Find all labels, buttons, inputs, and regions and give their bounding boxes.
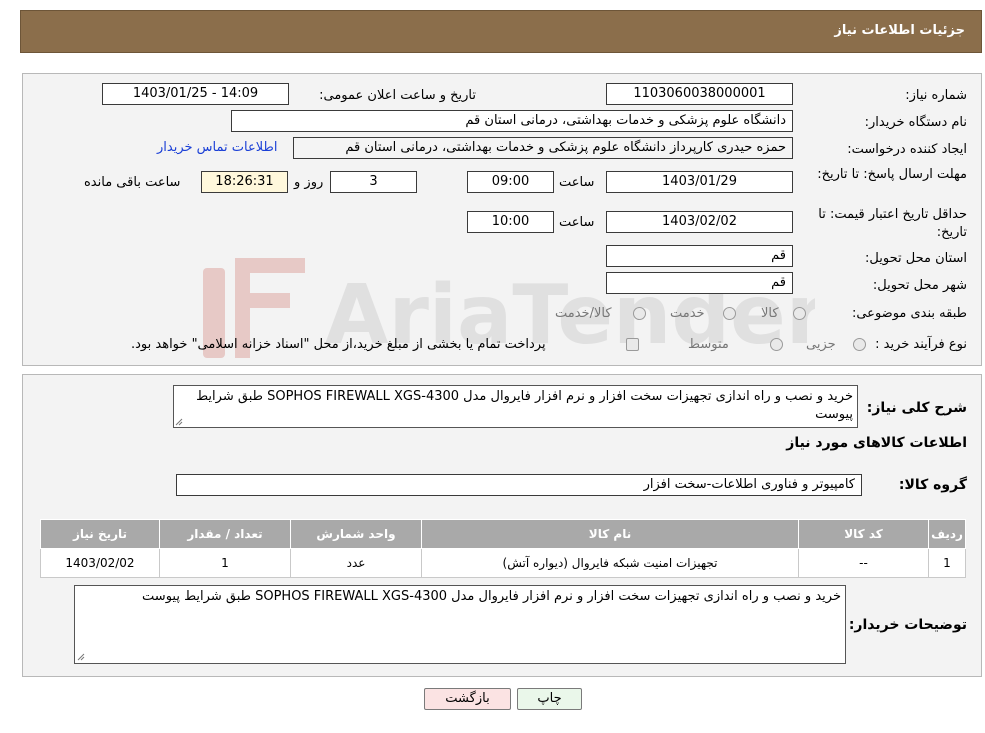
- print-button[interactable]: چاپ: [517, 688, 582, 710]
- city-label: شهر محل تحویل:: [872, 278, 967, 293]
- buyer-contact-link[interactable]: اطلاعات تماس خریدار: [157, 140, 277, 155]
- buyer-org-field: دانشگاه علوم پزشکی و خدمات بهداشتی، درما…: [231, 110, 793, 132]
- notes-resize-grip-icon[interactable]: [77, 653, 85, 661]
- goods-table: ردیف کد کالا نام کالا واحد شمارش تعداد /…: [40, 519, 966, 578]
- category-option-goods: کالا: [761, 306, 779, 321]
- days-label: روز و: [294, 175, 324, 190]
- process-option-medium: متوسط: [688, 337, 729, 352]
- col-row-number: ردیف: [928, 519, 966, 549]
- deadline-date-field: 1403/01/29: [606, 171, 793, 193]
- remaining-time-field: 18:26:31: [201, 171, 288, 193]
- category-radio-service[interactable]: [723, 307, 736, 320]
- process-radio-medium[interactable]: [770, 338, 783, 351]
- category-radio-goods-service[interactable]: [633, 307, 646, 320]
- process-treasury-checkbox[interactable]: [626, 338, 639, 351]
- process-option-minor: جزیی: [806, 337, 836, 352]
- need-number-label: شماره نیاز:: [905, 88, 967, 103]
- page-header: جزئیات اطلاعات نیاز: [20, 10, 982, 53]
- announce-label: تاریخ و ساعت اعلان عمومی:: [319, 88, 476, 103]
- goods-group-field: کامپیوتر و فناوری اطلاعات-سخت افزار: [176, 474, 862, 496]
- buyer-org-label: نام دستگاه خریدار:: [864, 115, 967, 130]
- cell-item-code: --: [798, 548, 929, 578]
- table-row: 1 -- تجهیزات امنیت شبکه فایروال (دیواره …: [40, 548, 966, 578]
- goods-info-title: اطلاعات کالاهای مورد نیاز: [786, 435, 967, 451]
- summary-label: شرح کلی نیاز:: [866, 400, 967, 416]
- creator-label: ایجاد کننده درخواست:: [847, 142, 967, 157]
- cell-unit: عدد: [290, 548, 422, 578]
- cell-need-date: 1403/02/02: [40, 548, 160, 578]
- col-quantity: تعداد / مقدار: [159, 519, 291, 549]
- cell-row-number: 1: [928, 548, 966, 578]
- col-item-code: کد کالا: [798, 519, 929, 549]
- need-number-field: 1103060038000001: [606, 83, 793, 105]
- validity-date-field: 1403/02/02: [606, 211, 793, 233]
- validity-time-field: 10:00: [467, 211, 554, 233]
- province-field: قم: [606, 245, 793, 267]
- category-radio-goods[interactable]: [793, 307, 806, 320]
- category-option-goods-service: کالا/خدمت: [555, 306, 612, 321]
- province-label: استان محل تحویل:: [865, 251, 967, 266]
- goods-table-header: ردیف کد کالا نام کالا واحد شمارش تعداد /…: [40, 519, 966, 549]
- category-label: طبقه بندی موضوعی:: [851, 306, 967, 321]
- deadline-label: مهلت ارسال پاسخ: تا تاریخ:: [817, 167, 967, 182]
- page-title: جزئیات اطلاعات نیاز: [834, 23, 965, 38]
- col-need-date: تاریخ نیاز: [40, 519, 160, 549]
- buyer-notes-textarea: خرید و نصب و راه اندازی تجهیزات سخت افزا…: [74, 585, 846, 664]
- validity-label: حداقل تاریخ اعتبار قیمت: تا تاریخ:: [818, 207, 967, 240]
- back-button[interactable]: بازگشت: [424, 688, 511, 710]
- goods-group-label: گروه کالا:: [898, 477, 967, 493]
- validity-time-label: ساعت: [559, 215, 595, 230]
- summary-resize-grip-icon[interactable]: [175, 418, 183, 426]
- category-option-service: خدمت: [670, 306, 705, 321]
- remaining-days-field: 3: [330, 171, 417, 193]
- remaining-label: ساعت باقی مانده: [84, 175, 181, 190]
- creator-field: حمزه حیدری کارپرداز دانشگاه علوم پزشکی و…: [293, 137, 793, 159]
- cell-quantity: 1: [159, 548, 291, 578]
- summary-textarea: خرید و نصب و راه اندازی تجهیزات سخت افزا…: [173, 385, 858, 428]
- deadline-time-field: 09:00: [467, 171, 554, 193]
- process-radio-minor[interactable]: [853, 338, 866, 351]
- city-field: قم: [606, 272, 793, 294]
- cell-item-name: تجهیزات امنیت شبکه فایروال (دیواره آتش): [421, 548, 799, 578]
- col-unit: واحد شمارش: [290, 519, 422, 549]
- process-note: پرداخت تمام یا بخشی از مبلغ خرید،از محل …: [131, 337, 546, 352]
- announce-field: 1403/01/25 - 14:09: [102, 83, 289, 105]
- buyer-notes-label: توضیحات خریدار:: [848, 617, 967, 633]
- process-label: نوع فرآیند خرید :: [875, 337, 967, 352]
- deadline-time-label: ساعت: [559, 175, 595, 190]
- col-item-name: نام کالا: [421, 519, 799, 549]
